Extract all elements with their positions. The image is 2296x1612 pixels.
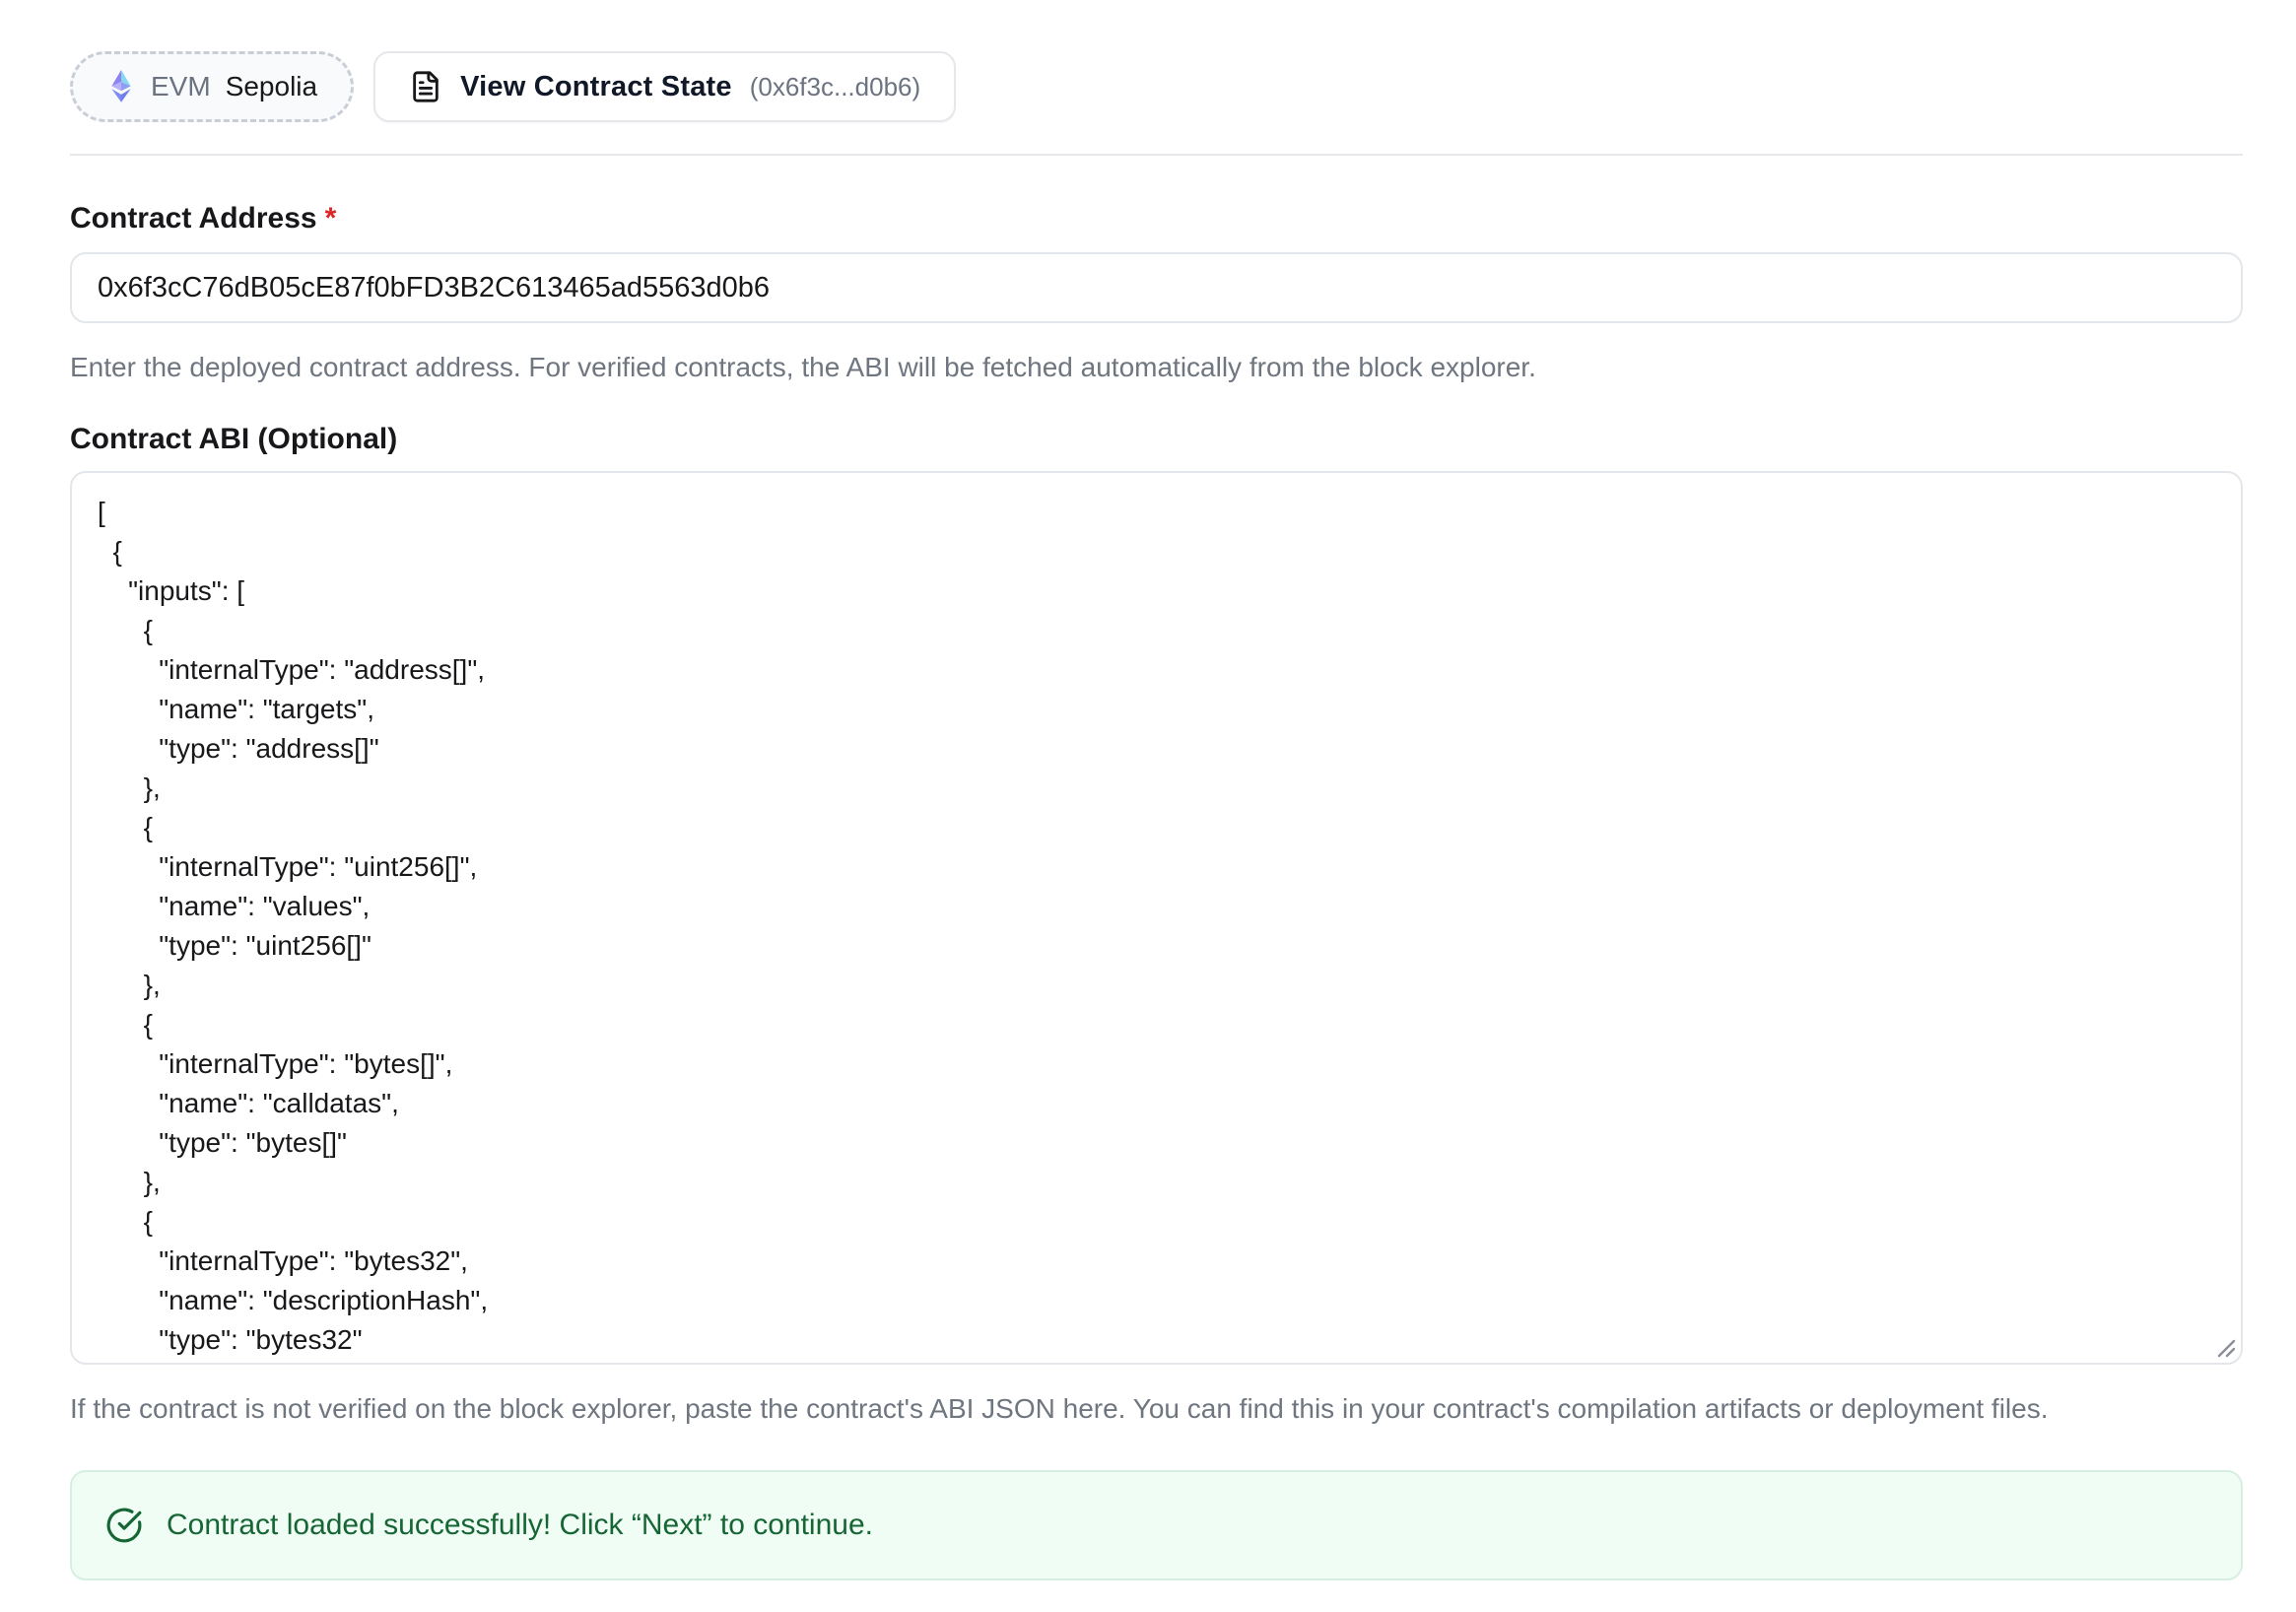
view-contract-state-chip[interactable]: View Contract State (0x6f3c...d0b6) bbox=[373, 51, 956, 122]
file-text-icon bbox=[409, 70, 442, 103]
required-asterisk: * bbox=[325, 202, 337, 235]
contract-abi-label: Contract ABI (Optional) bbox=[70, 423, 2243, 456]
eth-icon bbox=[106, 70, 136, 103]
view-contract-state-label: View Contract State bbox=[460, 71, 732, 103]
contract-abi-textarea[interactable]: [ { "inputs": [ { "internalType": "addre… bbox=[70, 471, 2243, 1365]
header-divider bbox=[70, 154, 2243, 156]
contract-address-input[interactable] bbox=[70, 252, 2243, 323]
contract-address-help: Enter the deployed contract address. For… bbox=[70, 350, 2243, 385]
evm-label: EVM bbox=[151, 71, 211, 102]
check-circle-icon bbox=[105, 1507, 143, 1544]
status-banner: Contract loaded successfully! Click “Nex… bbox=[70, 1470, 2243, 1580]
resize-handle-icon[interactable] bbox=[2209, 1331, 2237, 1359]
contract-abi-help: If the contract is not verified on the b… bbox=[70, 1391, 2243, 1427]
network-name: Sepolia bbox=[226, 71, 317, 102]
header-chip-row: EVM Sepolia View Contract State (0x6f3c.… bbox=[70, 0, 2296, 122]
contract-address-label: Contract Address* bbox=[70, 202, 2243, 235]
network-selector-chip[interactable]: EVM Sepolia bbox=[70, 51, 354, 122]
contract-abi-field: [ { "inputs": [ { "internalType": "addre… bbox=[70, 471, 2243, 1365]
contract-address-short: (0x6f3c...d0b6) bbox=[750, 72, 920, 102]
status-banner-message: Contract loaded successfully! Click “Nex… bbox=[167, 1509, 873, 1542]
